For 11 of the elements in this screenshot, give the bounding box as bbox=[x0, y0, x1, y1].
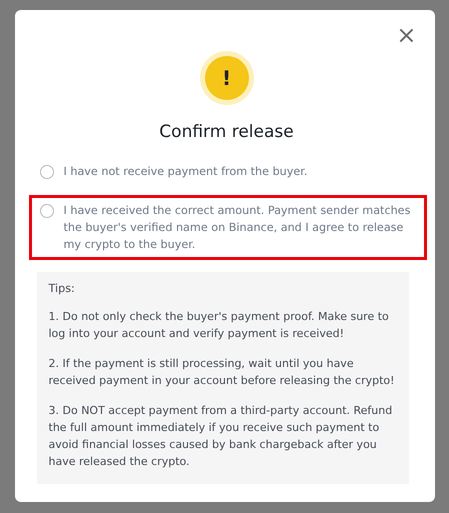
tips-title: Tips: bbox=[48, 282, 76, 295]
tip-text: 3. Do NOT accept payment from a third-party account. Refund the full amount immediately if you receive such payment to avoid financial losses caused by bank chargeback after you have released the crypto. bbox=[48, 403, 394, 470]
option-label: I have not receive payment from the buyer. bbox=[64, 164, 308, 180]
tip-text: 1. Do not only check the buyer's payment proof. Make sure to log into your account and verify payment is received! bbox=[48, 309, 390, 342]
radio-button[interactable] bbox=[40, 204, 54, 218]
option-label: I have received the correct amount. Payment sender matches the buyer's verified name on Binance, and I agree to release my crypto to the buyer. bbox=[64, 203, 412, 253]
warning-icon: ! bbox=[204, 56, 248, 100]
tip-text: 2. If the payment is still processing, wait until you have received payment in your account before releasing the crypto! bbox=[48, 356, 396, 389]
radio-button[interactable] bbox=[40, 165, 54, 179]
dialog-title: Confirm release bbox=[159, 122, 294, 142]
close-button[interactable]: × bbox=[396, 24, 416, 46]
